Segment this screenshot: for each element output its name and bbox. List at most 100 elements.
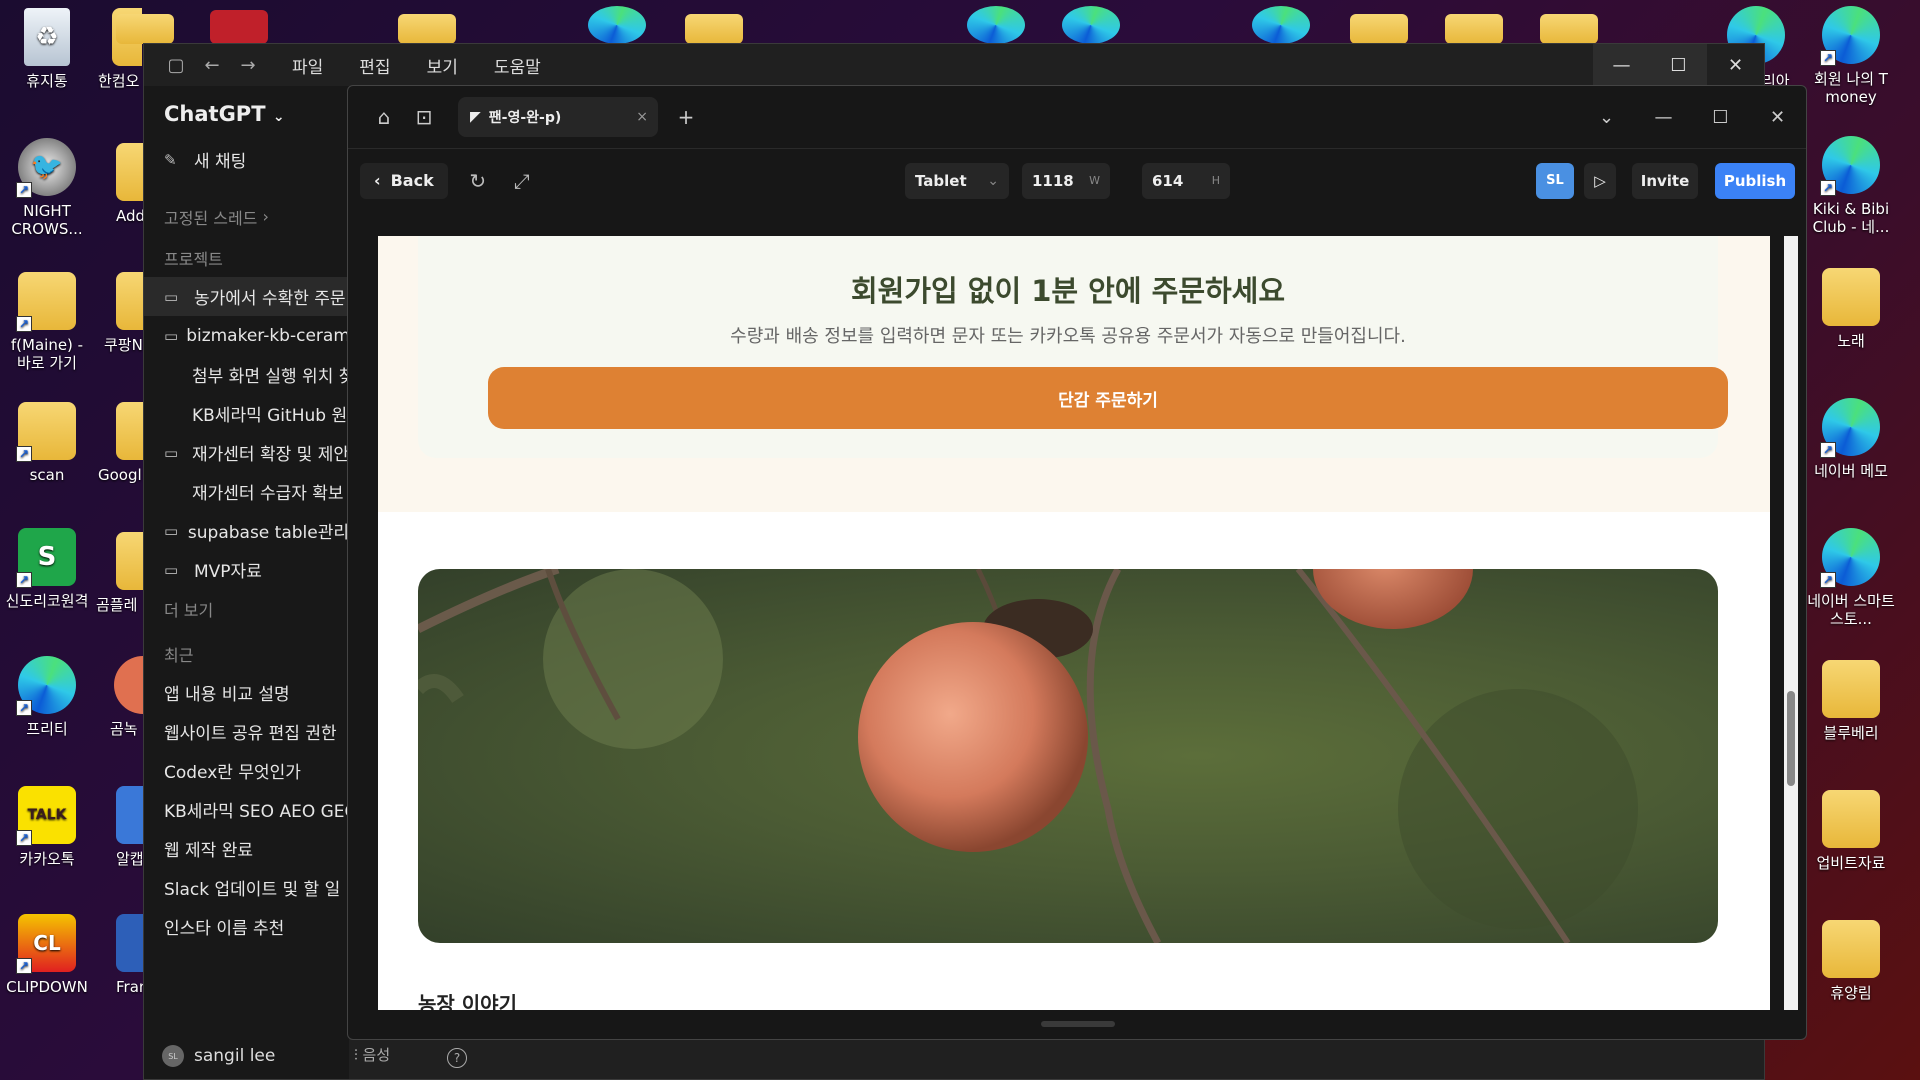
red-app-icon[interactable] — [210, 10, 268, 44]
project-item[interactable]: ▭ bizmaker-kb-ceramic — [144, 316, 349, 355]
pinned-threads-toggle[interactable]: 고정된 스레드 › — [144, 197, 349, 236]
preview-scrollbar[interactable] — [1784, 236, 1798, 1010]
user-avatar-button[interactable]: SL — [1536, 162, 1574, 199]
voice-button[interactable]: ⫶ 음성 — [354, 1044, 390, 1065]
shortcut-arrow-icon: ↗ — [1820, 442, 1836, 458]
close-tab-icon[interactable]: × — [636, 109, 648, 125]
recent-chat-item[interactable]: 웹사이트 공유 편집 권한 — [144, 712, 349, 751]
desktop-icon-kakaotalk[interactable]: TALK ↗ 카카오톡 — [2, 786, 92, 868]
minimize-icon[interactable]: — — [1635, 86, 1692, 148]
desktop-icon-blueberry[interactable]: 블루베리 — [1806, 660, 1896, 742]
order-button[interactable]: 단감 주문하기 — [488, 367, 1728, 429]
user-profile-button[interactable]: SL sangil lee — [144, 1033, 349, 1079]
close-icon[interactable]: ✕ — [1749, 86, 1806, 148]
reload-icon[interactable]: ↻ — [456, 169, 500, 193]
desktop-icon-sindoh[interactable]: S ↗ 신도리코원격 — [2, 528, 92, 610]
chevron-down-icon: ⌄ — [272, 109, 285, 125]
desktop-icon-recycle-bin[interactable]: ♻ 휴지통 — [2, 8, 92, 90]
recent-chat-item[interactable]: 인스타 이름 추천 — [144, 907, 349, 946]
desktop-icon-naver-store[interactable]: ↗ 네이버 스마트스토... — [1806, 528, 1896, 628]
desktop-icon-song[interactable]: 노래 — [1806, 268, 1896, 350]
width-input[interactable]: 1118 W — [1022, 162, 1110, 199]
edge-icon: ↗ — [1820, 136, 1880, 196]
scrollbar-thumb[interactable] — [1787, 691, 1795, 786]
folder-icon[interactable] — [116, 14, 174, 44]
new-chat-label: 새 채팅 — [194, 152, 247, 172]
new-chat-button[interactable]: ✎ 새 채팅 — [144, 140, 349, 179]
desktop-icon-pretty[interactable]: ↗ 프리티 — [2, 656, 92, 738]
folder-icon[interactable] — [398, 14, 456, 44]
desktop-icon-upbit[interactable]: 업비트자료 — [1806, 790, 1896, 872]
desktop-icon-kiki-bibi[interactable]: ↗ Kiki & Bibi Club - 네... — [1806, 136, 1896, 236]
expand-icon[interactable]: ⤢ — [500, 169, 544, 193]
forward-arrow-icon[interactable]: → — [230, 55, 266, 76]
invite-button[interactable]: Invite — [1632, 162, 1698, 199]
recent-heading: 최근 — [164, 645, 194, 665]
desktop-icon-night-crows[interactable]: 🐦 ↗ NIGHT CROWS... — [2, 138, 92, 238]
edge-icon[interactable] — [1252, 6, 1310, 44]
folder-icon[interactable] — [685, 14, 743, 44]
play-button[interactable]: ▷ — [1584, 162, 1616, 199]
project-chat-item[interactable]: 첨부 화면 실행 위치 찾 — [144, 355, 349, 394]
desktop-icon-gomplayer[interactable]: 곰플레 — [96, 532, 144, 614]
project-item[interactable]: ▭ 재가센터 확장 및 제안 — [144, 433, 349, 472]
desktop-icon-gomrec[interactable]: 곰녹 — [110, 656, 144, 738]
sidebar-toggle-icon[interactable]: ▢ — [158, 55, 194, 76]
recent-chat-item[interactable]: 앱 내용 비교 설명 — [144, 673, 349, 712]
edge-icon[interactable] — [588, 6, 646, 44]
maximize-icon[interactable]: ☐ — [1692, 86, 1749, 148]
more-link[interactable]: 더 보기 — [144, 589, 349, 628]
shortcut-arrow-icon: ↗ — [16, 182, 32, 198]
project-item[interactable]: ▭ supabase table관리 — [144, 511, 349, 550]
project-item[interactable]: ▭ 농가에서 수확한 주문 — [144, 277, 349, 316]
sindoh-letter: S — [37, 542, 57, 572]
desktop-icon-add[interactable]: Add — [116, 143, 146, 225]
menu-help[interactable]: 도움말 — [476, 53, 559, 78]
desktop-icon-coupang[interactable]: 쿠팡N — [104, 272, 144, 354]
menu-file[interactable]: 파일 — [274, 53, 341, 78]
project-item[interactable]: ▭ MVP자료 — [144, 550, 349, 589]
publish-button[interactable]: Publish — [1715, 162, 1795, 199]
inbox-icon[interactable]: ⊡ — [404, 97, 444, 137]
back-arrow-icon[interactable]: ← — [194, 55, 230, 76]
recent-chat-item[interactable]: 웹 제작 완료 — [144, 829, 349, 868]
new-tab-icon[interactable]: + — [666, 97, 706, 137]
shortcut-arrow-icon: ↗ — [16, 700, 32, 716]
recent-chat-item[interactable]: Codex란 무엇인가 — [144, 751, 349, 790]
desktop-icon-naver-memo[interactable]: ↗ 네이버 메모 — [1806, 398, 1896, 480]
chatgpt-brand-menu[interactable]: ChatGPT ⌄ — [144, 86, 349, 140]
menu-view[interactable]: 보기 — [409, 53, 476, 78]
desktop-icon-clipdown[interactable]: CL ↗ CLIPDOWN — [2, 914, 92, 996]
folder-icon[interactable] — [1350, 14, 1408, 44]
edge-icon[interactable] — [967, 6, 1025, 44]
folder-icon[interactable] — [1445, 14, 1503, 44]
desktop-icon-fmaine[interactable]: ↗ f(Maine) - 바로 가기 — [2, 272, 92, 372]
desktop-icon-fran[interactable]: Fran — [116, 914, 146, 996]
desktop-icon-forest[interactable]: 휴양림 — [1806, 920, 1896, 1002]
project-chat-item[interactable]: KB세라믹 GitHub 원본 — [144, 394, 349, 433]
maximize-icon[interactable]: ☐ — [1650, 44, 1707, 86]
edge-icon[interactable] — [1062, 6, 1120, 44]
pinned-label: 고정된 스레드 — [164, 208, 258, 228]
desktop-icon-tmoney[interactable]: ↗ 회원 나의 T money — [1806, 6, 1896, 106]
recent-chat-item[interactable]: KB세라믹 SEO AEO GEO — [144, 790, 349, 829]
shortcut-arrow-icon: ↗ — [16, 316, 32, 332]
minimize-icon[interactable]: — — [1593, 44, 1650, 86]
folder-icon[interactable] — [1540, 14, 1598, 44]
menu-edit[interactable]: 편집 — [341, 53, 408, 78]
height-input[interactable]: 614 H — [1142, 162, 1230, 199]
help-icon[interactable]: ? — [447, 1048, 467, 1068]
recent-chat-item[interactable]: Slack 업데이트 및 할 일 — [144, 868, 349, 907]
device-select[interactable]: Tablet ⌄ — [905, 162, 1009, 199]
desktop-icon-google[interactable]: Googl — [98, 402, 144, 484]
tab-project[interactable]: ◤ 팬-영-완-p) × — [458, 97, 658, 137]
close-icon[interactable]: ✕ — [1707, 44, 1764, 86]
resize-handle[interactable] — [1041, 1021, 1115, 1027]
back-button[interactable]: ‹ Back — [360, 162, 448, 199]
desktop-icon-alcapture[interactable]: 알캡 — [116, 786, 146, 868]
home-icon[interactable]: ⌂ — [364, 97, 404, 137]
folder-icon — [1822, 920, 1880, 978]
project-chat-item[interactable]: 재가센터 수급자 확보 — [144, 472, 349, 511]
chevron-down-icon[interactable]: ⌄ — [1578, 86, 1635, 148]
desktop-icon-scan[interactable]: ↗ scan — [2, 402, 92, 484]
